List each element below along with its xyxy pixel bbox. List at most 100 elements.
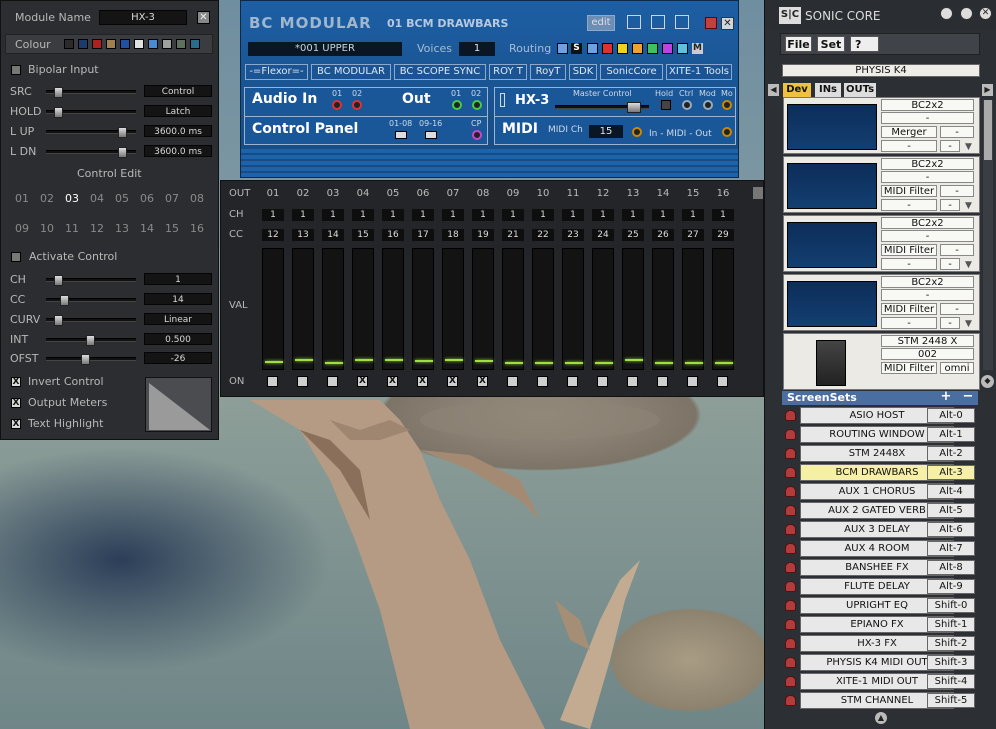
grid-cc-cell[interactable]: 12: [262, 229, 284, 241]
mod-jack[interactable]: [703, 100, 713, 110]
control-number-button[interactable]: 09: [11, 222, 33, 235]
colour-swatch[interactable]: [148, 39, 158, 49]
minimize-icon[interactable]: [705, 17, 717, 29]
grid-value-bar[interactable]: [382, 248, 404, 370]
device-field-2[interactable]: MIDI Filter: [881, 362, 937, 374]
colour-swatch[interactable]: [64, 39, 74, 49]
grid-on-toggle[interactable]: [687, 376, 698, 387]
lock-icon[interactable]: [785, 695, 796, 706]
device-field-1[interactable]: 002: [881, 348, 974, 360]
grid-on-toggle[interactable]: [567, 376, 578, 387]
screenset-shortcut[interactable]: Alt-1: [927, 427, 975, 442]
screenset-row[interactable]: STM CHANNEL Shift-5: [783, 692, 978, 709]
screenset-shortcut[interactable]: Shift-2: [927, 636, 975, 651]
lock-icon[interactable]: [785, 543, 796, 554]
hold-toggle[interactable]: [661, 100, 671, 110]
close-window-icon[interactable]: ✕: [721, 17, 734, 30]
screenset-shortcut[interactable]: Alt-7: [927, 541, 975, 556]
device-slot[interactable]: BC2x2- Merger - - - ▼: [783, 97, 980, 154]
device-field-5[interactable]: -: [940, 140, 960, 152]
grid-value-bar[interactable]: [592, 248, 614, 370]
lock-icon[interactable]: [785, 562, 796, 573]
grid-value-bar[interactable]: [322, 248, 344, 370]
grid-ch-cell[interactable]: 1: [262, 209, 284, 221]
text-highlight-checkbox[interactable]: X: [11, 419, 21, 429]
lock-icon[interactable]: [785, 619, 796, 630]
device-field-4[interactable]: -: [881, 140, 937, 152]
colour-swatch[interactable]: [190, 39, 200, 49]
audio-in-2-jack[interactable]: [352, 100, 362, 110]
screenset-row[interactable]: EPIANO FX Shift-1: [783, 616, 978, 633]
device-field-3[interactable]: -: [940, 126, 974, 138]
screenset-shortcut[interactable]: Alt-0: [927, 408, 975, 423]
tab-ins[interactable]: INs: [815, 83, 841, 97]
lock-icon[interactable]: [785, 448, 796, 459]
ofst-value[interactable]: -26: [144, 352, 212, 364]
screenset-row[interactable]: STM 2448X Alt-2: [783, 445, 978, 462]
midi-ch-field[interactable]: 15: [589, 125, 623, 138]
control-number-button[interactable]: 15: [161, 222, 183, 235]
lock-icon[interactable]: [785, 676, 796, 687]
grid-value-bar[interactable]: [262, 248, 284, 370]
device-slot[interactable]: BC2x2- MIDI Filter - - - ▼: [783, 274, 980, 331]
grid-value-bar[interactable]: [712, 248, 734, 370]
chevron-down-icon[interactable]: ▼: [965, 260, 972, 270]
activate-control-checkbox[interactable]: [11, 252, 21, 262]
device-field-4[interactable]: -: [881, 317, 937, 329]
lock-icon[interactable]: [785, 638, 796, 649]
screenset-row[interactable]: BCM DRAWBARS Alt-3: [783, 464, 978, 481]
grid-on-toggle[interactable]: [717, 376, 728, 387]
routing-color-button[interactable]: [632, 43, 643, 54]
control-number-button[interactable]: 13: [111, 222, 133, 235]
sc-device-name[interactable]: PHYSIS K4: [782, 64, 980, 77]
device-field-5[interactable]: -: [940, 258, 960, 270]
control-number-button[interactable]: 06: [136, 192, 158, 205]
grid-cc-cell[interactable]: 26: [652, 229, 674, 241]
device-field-3[interactable]: -: [940, 185, 974, 197]
grid-value-bar[interactable]: [622, 248, 644, 370]
lock-icon[interactable]: [785, 657, 796, 668]
grid-cc-cell[interactable]: 24: [592, 229, 614, 241]
grid-value-bar[interactable]: [652, 248, 674, 370]
grid-on-toggle[interactable]: [537, 376, 548, 387]
lup-slider[interactable]: [46, 127, 136, 138]
link-button[interactable]: BC SCOPE SYNC: [394, 64, 486, 80]
device-slot[interactable]: BC2x2- MIDI Filter - - - ▼: [783, 215, 980, 272]
hold-slider[interactable]: [46, 107, 136, 118]
screenset-shortcut[interactable]: Alt-6: [927, 522, 975, 537]
close-icon[interactable]: ✕: [197, 11, 210, 24]
grid-on-toggle[interactable]: X: [447, 376, 458, 387]
device-field-2[interactable]: MIDI Filter: [881, 303, 937, 315]
lup-value[interactable]: 3600.0 ms: [144, 125, 212, 137]
grid-ch-cell[interactable]: 1: [322, 209, 344, 221]
bipolar-input-checkbox[interactable]: [11, 65, 21, 75]
screenset-row[interactable]: AUX 2 GATED VERB Alt-5: [783, 502, 978, 519]
control-number-button[interactable]: 12: [86, 222, 108, 235]
screenset-row[interactable]: AUX 3 DELAY Alt-6: [783, 521, 978, 538]
grid-cc-cell[interactable]: 23: [562, 229, 584, 241]
grid-value-bar[interactable]: [412, 248, 434, 370]
screenset-shortcut[interactable]: Alt-2: [927, 446, 975, 461]
grid-on-toggle[interactable]: X: [477, 376, 488, 387]
ctrl-jack[interactable]: [682, 100, 692, 110]
cp-9-16-toggle[interactable]: [425, 131, 437, 139]
ofst-slider[interactable]: [46, 354, 136, 365]
colour-swatch[interactable]: [92, 39, 102, 49]
screenset-add-button[interactable]: +: [938, 390, 954, 404]
screenset-remove-button[interactable]: −: [960, 390, 976, 404]
audio-out-1-jack[interactable]: [452, 100, 462, 110]
link-button[interactable]: SonicCore: [600, 64, 663, 80]
device-field-4[interactable]: -: [881, 199, 937, 211]
chevron-down-icon[interactable]: ▼: [965, 201, 972, 211]
control-number-button[interactable]: 04: [86, 192, 108, 205]
grid-cc-cell[interactable]: 14: [322, 229, 344, 241]
menu-set[interactable]: Set: [817, 36, 845, 52]
screenset-row[interactable]: UPRIGHT EQ Shift-0: [783, 597, 978, 614]
chevron-down-icon[interactable]: ▼: [965, 319, 972, 329]
menu-help[interactable]: ?: [850, 36, 879, 52]
routing-color-button[interactable]: [557, 43, 568, 54]
lock-icon[interactable]: [785, 429, 796, 440]
routing-m-button[interactable]: M: [692, 43, 703, 54]
midi-out-jack[interactable]: [722, 127, 732, 137]
grid-on-toggle[interactable]: X: [417, 376, 428, 387]
